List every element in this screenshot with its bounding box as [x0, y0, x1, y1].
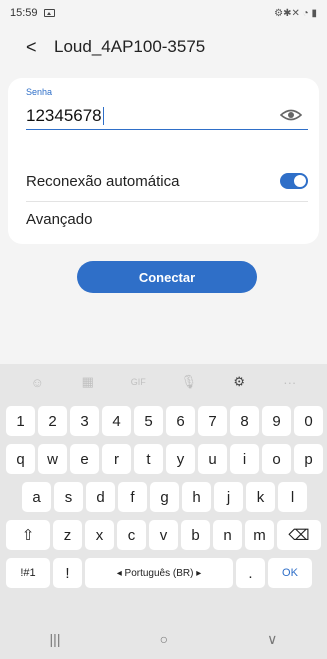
more-options-icon[interactable]: ···	[281, 375, 299, 390]
wifi-settings-card: Senha 12345678 Reconexão automática Avan…	[8, 78, 319, 244]
page-title: Loud_4AP100-3575	[54, 37, 206, 56]
microphone-icon[interactable]: 🎙	[180, 374, 198, 390]
password-field[interactable]: 12345678	[26, 102, 308, 130]
recent-apps-icon[interactable]: |||	[50, 631, 61, 647]
key[interactable]: b	[181, 520, 210, 550]
auto-reconnect-label: Reconexão automática	[26, 172, 180, 190]
auto-reconnect-row[interactable]: Reconexão automática	[26, 170, 308, 192]
password-label: Senha	[26, 87, 53, 97]
key[interactable]: c	[117, 520, 146, 550]
key[interactable]: 2	[38, 406, 67, 436]
navigation-bar: ||| ○ ∨	[0, 619, 327, 659]
keyboard-toolbar: ☺ ▦ GIF 🎙 ⚙ ···	[0, 364, 327, 400]
key[interactable]: v	[149, 520, 178, 550]
bottom-row: !#1 ! ◂ Português (BR) ▸ . OK	[6, 558, 312, 588]
ok-key[interactable]: OK	[268, 558, 312, 588]
symbols-key[interactable]: !#1	[6, 558, 50, 588]
shift-key[interactable]: ⇧	[6, 520, 50, 550]
key[interactable]: d	[86, 482, 115, 512]
key[interactable]: j	[214, 482, 243, 512]
status-bar: 15:59 ⚙✱✕ ◔ ▮	[0, 0, 327, 26]
backspace-key[interactable]: ⌫	[277, 520, 321, 550]
space-key[interactable]: ◂ Português (BR) ▸	[85, 558, 233, 588]
key[interactable]: f	[118, 482, 147, 512]
back-nav-icon[interactable]: ∨	[267, 631, 277, 648]
key[interactable]: z	[53, 520, 82, 550]
key[interactable]: t	[134, 444, 163, 474]
key[interactable]: 7	[198, 406, 227, 436]
emoji-icon[interactable]: ☺	[28, 375, 46, 390]
key[interactable]: 3	[70, 406, 99, 436]
asdf-row: a s d f g h j k l	[22, 482, 307, 512]
key[interactable]: o	[262, 444, 291, 474]
key[interactable]: x	[85, 520, 114, 550]
key[interactable]: q	[6, 444, 35, 474]
key[interactable]: y	[166, 444, 195, 474]
show-password-eye-icon[interactable]	[280, 108, 302, 122]
key[interactable]: h	[182, 482, 211, 512]
key[interactable]: k	[246, 482, 275, 512]
connect-button[interactable]: Conectar	[77, 261, 257, 293]
key[interactable]: r	[102, 444, 131, 474]
key[interactable]: u	[198, 444, 227, 474]
key[interactable]: 1	[6, 406, 35, 436]
key[interactable]: !	[53, 558, 82, 588]
toggle-knob	[293, 174, 307, 188]
zxcv-row: ⇧ z x c v b n m ⌫	[6, 520, 321, 550]
qwerty-row: q w e r t y u i o p	[6, 444, 323, 474]
text-caret	[102, 106, 105, 125]
key[interactable]: l	[278, 482, 307, 512]
sticker-icon[interactable]: ▦	[79, 374, 97, 390]
key[interactable]: e	[70, 444, 99, 474]
home-icon[interactable]: ○	[160, 631, 168, 647]
gif-icon[interactable]: GIF	[129, 377, 147, 387]
key[interactable]: n	[213, 520, 242, 550]
advanced-option[interactable]: Avançado	[26, 211, 92, 228]
auto-reconnect-toggle[interactable]	[280, 173, 308, 189]
key[interactable]: 5	[134, 406, 163, 436]
password-value[interactable]: 12345678	[26, 106, 102, 126]
key[interactable]: p	[294, 444, 323, 474]
status-time: 15:59	[10, 7, 38, 19]
key[interactable]: 6	[166, 406, 195, 436]
key[interactable]: m	[245, 520, 274, 550]
key[interactable]: a	[22, 482, 51, 512]
key[interactable]: 9	[262, 406, 291, 436]
key[interactable]: 4	[102, 406, 131, 436]
divider	[26, 201, 308, 202]
key[interactable]: .	[236, 558, 265, 588]
key[interactable]: s	[54, 482, 83, 512]
image-notification-icon	[43, 9, 55, 17]
on-screen-keyboard: ☺ ▦ GIF 🎙 ⚙ ··· 1 2 3 4 5 6 7 8 9 0 q w …	[0, 364, 327, 659]
gear-icon[interactable]: ⚙	[230, 374, 248, 390]
key[interactable]: i	[230, 444, 259, 474]
key[interactable]: g	[150, 482, 179, 512]
status-icons: ⚙✱✕ ◔ ▮	[274, 7, 317, 19]
key[interactable]: 8	[230, 406, 259, 436]
key[interactable]: w	[38, 444, 67, 474]
header: < Loud_4AP100-3575	[0, 30, 327, 64]
back-icon[interactable]: <	[26, 37, 46, 58]
key[interactable]: 0	[294, 406, 323, 436]
number-row: 1 2 3 4 5 6 7 8 9 0	[6, 406, 323, 436]
